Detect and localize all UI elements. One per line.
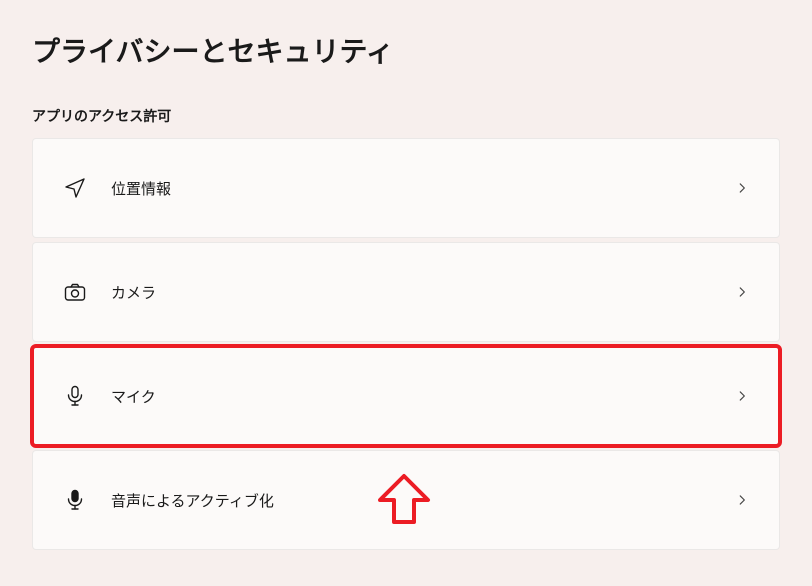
chevron-right-icon [733, 387, 751, 405]
chevron-right-icon [733, 491, 751, 509]
section-label-app-permissions: アプリのアクセス許可 [32, 106, 780, 126]
chevron-right-icon [733, 179, 751, 197]
settings-item-label: 位置情報 [111, 178, 733, 199]
settings-item-voice-activation[interactable]: 音声によるアクティブ化 [32, 450, 780, 550]
settings-item-location[interactable]: 位置情報 [32, 138, 780, 238]
settings-item-label: カメラ [111, 282, 733, 303]
settings-list: 位置情報 カメラ [32, 138, 780, 550]
page-title: プライバシーとセキュリティ [32, 30, 780, 70]
settings-item-camera[interactable]: カメラ [32, 242, 780, 342]
microphone-icon [61, 382, 89, 410]
chevron-right-icon [733, 283, 751, 301]
voice-activation-icon [61, 486, 89, 514]
location-icon [61, 174, 89, 202]
camera-icon [61, 278, 89, 306]
settings-item-label: 音声によるアクティブ化 [111, 490, 733, 511]
settings-item-label: マイク [111, 386, 733, 407]
settings-item-microphone[interactable]: マイク [32, 346, 780, 446]
